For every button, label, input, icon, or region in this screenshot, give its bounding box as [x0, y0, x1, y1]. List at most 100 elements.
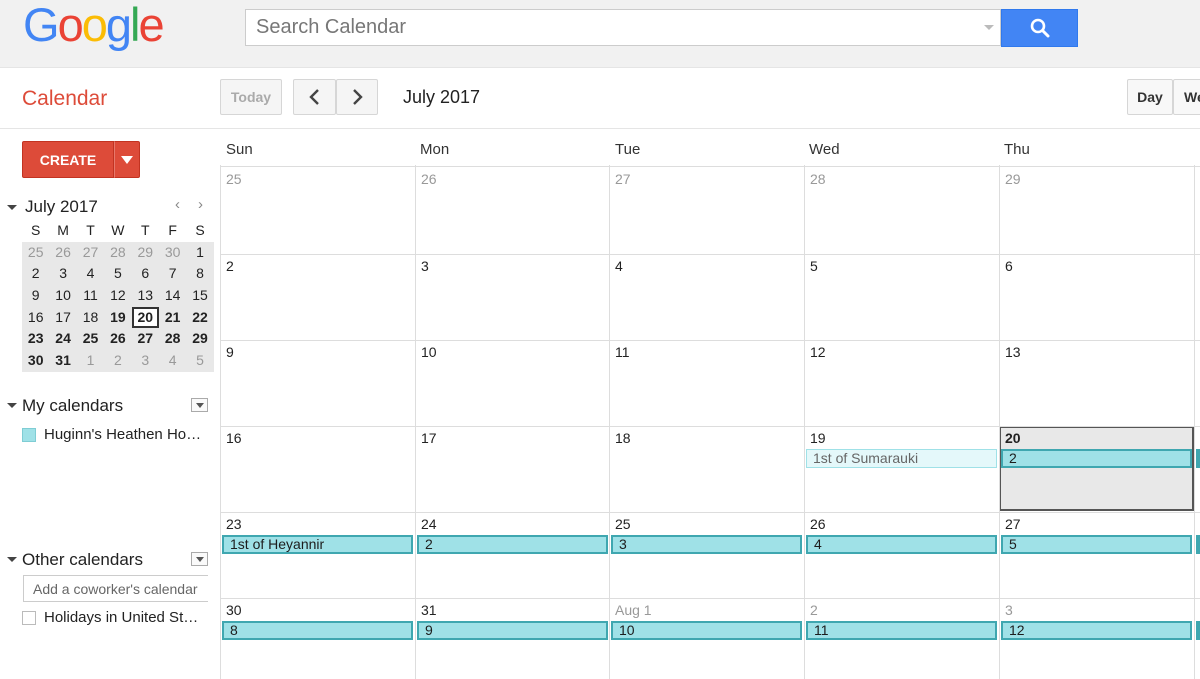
event-chip[interactable]: 1st of Sumarauki — [806, 449, 997, 468]
day-number[interactable]: 13 — [1005, 344, 1021, 360]
calendar-item-holidays[interactable]: Holidays in United St… — [22, 609, 198, 626]
event-chip[interactable]: 11 — [806, 621, 997, 640]
mini-day[interactable]: 23 — [22, 328, 49, 350]
view-week-button[interactable]: We — [1173, 79, 1200, 115]
day-number[interactable]: 26 — [421, 171, 437, 187]
mini-day[interactable]: 11 — [77, 285, 104, 307]
day-number[interactable]: 29 — [1005, 171, 1021, 187]
mini-day[interactable]: 27 — [132, 328, 159, 350]
search-options-dropdown-icon[interactable] — [984, 25, 994, 30]
event-chip[interactable]: 12 — [1001, 621, 1192, 640]
mini-day[interactable]: 19 — [104, 307, 131, 329]
event-chip-continued[interactable] — [1196, 449, 1200, 468]
day-number[interactable]: 25 — [615, 516, 631, 532]
mini-day[interactable]: 15 — [186, 285, 213, 307]
mini-day[interactable]: 16 — [22, 307, 49, 329]
mini-day[interactable]: 10 — [49, 285, 76, 307]
mini-calendar-prev-button[interactable]: ‹ — [175, 196, 180, 213]
event-chip[interactable]: 2 — [417, 535, 608, 554]
calendar-checkbox[interactable] — [22, 610, 36, 625]
day-number[interactable]: 10 — [421, 344, 437, 360]
day-number[interactable]: 18 — [615, 430, 631, 446]
mini-day[interactable]: 2 — [104, 350, 131, 372]
day-number[interactable]: 2 — [810, 602, 818, 618]
google-logo[interactable]: Google — [23, 0, 165, 53]
next-period-button[interactable] — [336, 79, 378, 115]
day-number[interactable]: 2 — [226, 258, 234, 274]
day-number[interactable]: 26 — [810, 516, 826, 532]
day-number[interactable]: 6 — [1005, 258, 1013, 274]
day-number[interactable]: 5 — [810, 258, 818, 274]
previous-period-button[interactable] — [293, 79, 336, 115]
mini-day[interactable]: 26 — [104, 328, 131, 350]
create-options-button[interactable] — [114, 141, 140, 178]
mini-day[interactable]: 13 — [132, 285, 159, 307]
day-number[interactable]: 24 — [421, 516, 437, 532]
day-number[interactable]: 27 — [1005, 516, 1021, 532]
collapse-my-calendars-icon[interactable] — [7, 403, 17, 408]
view-day-button[interactable]: Day — [1127, 79, 1173, 115]
mini-day[interactable]: 3 — [132, 350, 159, 372]
day-number[interactable]: 12 — [810, 344, 826, 360]
mini-day[interactable]: 9 — [22, 285, 49, 307]
day-number[interactable]: 3 — [1005, 602, 1013, 618]
mini-day[interactable]: 24 — [49, 328, 76, 350]
day-number[interactable]: 16 — [226, 430, 242, 446]
day-number-today[interactable]: 20 — [1005, 430, 1021, 446]
mini-day[interactable]: 26 — [49, 242, 76, 264]
my-calendars-menu-button[interactable] — [191, 398, 208, 412]
search-input[interactable] — [246, 10, 966, 45]
mini-day[interactable]: 30 — [159, 242, 186, 264]
day-number[interactable]: 30 — [226, 602, 242, 618]
event-chip[interactable]: 4 — [806, 535, 997, 554]
event-chip[interactable]: 2 — [1001, 449, 1192, 468]
collapse-mini-calendar-icon[interactable] — [7, 205, 17, 210]
day-number[interactable]: 23 — [226, 516, 242, 532]
mini-day[interactable]: 3 — [49, 263, 76, 285]
event-chip[interactable]: 3 — [611, 535, 802, 554]
mini-day[interactable]: 18 — [77, 307, 104, 329]
event-chip-continued[interactable] — [1196, 621, 1200, 640]
event-chip[interactable]: 1st of Heyannir — [222, 535, 413, 554]
mini-day[interactable]: 2 — [22, 263, 49, 285]
day-number[interactable]: 19 — [810, 430, 826, 446]
mini-day[interactable]: 14 — [159, 285, 186, 307]
calendar-color-swatch[interactable] — [22, 427, 36, 442]
mini-calendar-next-button[interactable]: › — [198, 196, 203, 213]
mini-day-today[interactable]: 20 — [131, 306, 159, 329]
day-number[interactable]: 17 — [421, 430, 437, 446]
day-number[interactable]: 31 — [421, 602, 437, 618]
mini-day[interactable]: 31 — [49, 350, 76, 372]
mini-day[interactable]: 25 — [22, 242, 49, 264]
event-chip[interactable]: 9 — [417, 621, 608, 640]
mini-day[interactable]: 4 — [77, 263, 104, 285]
my-calendars-heading[interactable]: My calendars — [22, 396, 123, 416]
mini-day[interactable]: 29 — [186, 328, 213, 350]
mini-day[interactable]: 30 — [22, 350, 49, 372]
mini-day[interactable]: 12 — [104, 285, 131, 307]
mini-day[interactable]: 1 — [77, 350, 104, 372]
calendar-item-huginns[interactable]: Huginn's Heathen Ho… — [22, 426, 201, 443]
mini-day[interactable]: 5 — [186, 350, 213, 372]
day-number[interactable]: 25 — [226, 171, 242, 187]
other-calendars-heading[interactable]: Other calendars — [22, 550, 143, 570]
mini-day[interactable]: 25 — [77, 328, 104, 350]
day-number[interactable]: 28 — [810, 171, 826, 187]
day-number[interactable]: 27 — [615, 171, 631, 187]
mini-day[interactable]: 29 — [132, 242, 159, 264]
event-chip[interactable]: 5 — [1001, 535, 1192, 554]
mini-day[interactable]: 27 — [77, 242, 104, 264]
mini-day[interactable]: 8 — [186, 263, 213, 285]
today-button[interactable]: Today — [220, 79, 282, 115]
day-number[interactable]: 11 — [615, 344, 630, 360]
mini-day[interactable]: 22 — [186, 307, 213, 329]
add-coworker-input[interactable] — [24, 576, 217, 601]
day-number[interactable]: 9 — [226, 344, 234, 360]
mini-day[interactable]: 7 — [159, 263, 186, 285]
event-chip-continued[interactable] — [1196, 535, 1200, 554]
event-chip[interactable]: 8 — [222, 621, 413, 640]
collapse-other-calendars-icon[interactable] — [7, 557, 17, 562]
mini-day[interactable]: 28 — [104, 242, 131, 264]
create-button[interactable]: CREATE — [22, 141, 114, 178]
mini-day[interactable]: 28 — [159, 328, 186, 350]
